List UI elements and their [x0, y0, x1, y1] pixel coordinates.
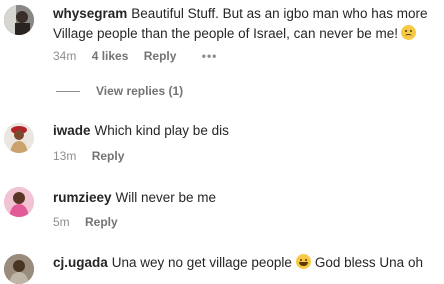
reply-button[interactable]: Reply [92, 149, 125, 163]
comment-text: God bless Una oh [314, 255, 423, 270]
laughing-face-emoji-icon [295, 254, 311, 269]
sad-face-emoji-icon [401, 25, 416, 40]
comment-text: Village people than the people of Israel… [53, 26, 398, 41]
avatar-image-icon [4, 123, 34, 153]
username[interactable]: whysegram [53, 6, 127, 21]
timestamp: 34m [53, 49, 77, 63]
username[interactable]: rumzieey [53, 190, 112, 205]
avatar[interactable] [4, 187, 34, 217]
comment-text: Una wey no get village people [111, 255, 292, 270]
view-replies-link[interactable]: View replies (1) [56, 84, 183, 98]
avatar-image-icon [4, 187, 34, 217]
avatar-image-icon [4, 254, 34, 284]
avatar[interactable] [4, 254, 34, 284]
more-options-icon[interactable]: ••• [202, 49, 218, 63]
comment-text: Which kind play be dis [94, 123, 229, 138]
avatar[interactable] [4, 5, 34, 35]
comment-text: Will never be me [115, 190, 217, 205]
view-replies-label[interactable]: View replies (1) [96, 84, 183, 98]
reply-button[interactable]: Reply [144, 49, 177, 63]
avatar[interactable] [4, 123, 34, 153]
reply-button[interactable]: Reply [85, 215, 118, 229]
comment-text: Beautiful Stuff. But as an igbo man who … [131, 6, 428, 21]
timestamp: 5m [53, 215, 70, 229]
username[interactable]: iwade [53, 123, 91, 138]
avatar-image-icon [4, 5, 34, 35]
username[interactable]: cj.ugada [53, 255, 108, 270]
divider [56, 91, 80, 93]
likes-count[interactable]: 4 likes [92, 49, 129, 63]
timestamp: 13m [53, 149, 77, 163]
